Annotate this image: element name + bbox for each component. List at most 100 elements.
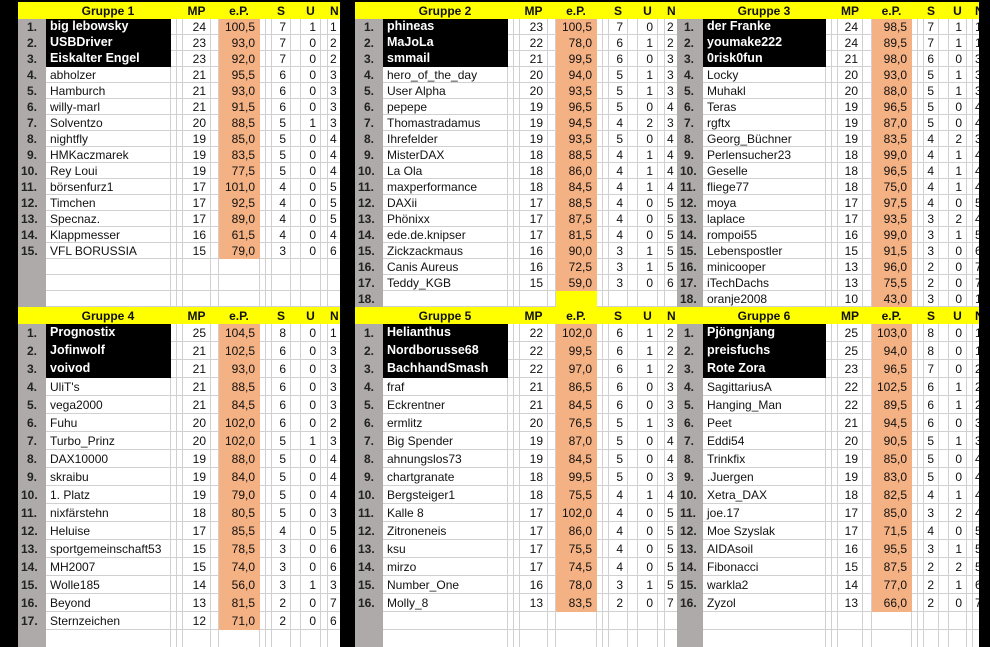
table-row[interactable]: 12.Zitroneneis1786,0405: [356, 522, 678, 540]
table-row[interactable]: 2.preisfuchs2594,0801: [678, 342, 980, 360]
table-row[interactable]: [19, 630, 341, 647]
table-row[interactable]: 8.Ihrefelder1993,5504: [356, 131, 678, 147]
table-row[interactable]: 16.Beyond1381,5207: [19, 594, 341, 612]
table-row[interactable]: 13.ksu1775,5405: [356, 540, 678, 558]
table-row[interactable]: [678, 612, 980, 630]
table-row[interactable]: 13.AIDAsoil1695,5315: [678, 540, 980, 558]
table-row[interactable]: 9.Perlensucher231899,0414: [678, 147, 980, 163]
table-row[interactable]: 7.Turbo_Prinz20102,0513: [19, 432, 341, 450]
table-row[interactable]: [19, 291, 341, 307]
table-row[interactable]: 18.oranje20081043,0301: [678, 291, 980, 307]
table-row[interactable]: [678, 630, 980, 647]
table-row[interactable]: 1.Helianthus22102,0612: [356, 324, 678, 342]
table-row[interactable]: 13.Specnaz.1789,0405: [19, 211, 341, 227]
table-row[interactable]: 10.La Ola1886,0414: [356, 163, 678, 179]
table-row[interactable]: 6.Fuhu20102,0602: [19, 414, 341, 432]
table-row[interactable]: 15.VFL BORUSSIA1579,0306: [19, 243, 341, 259]
table-row[interactable]: 12.DAXii1788,5405: [356, 195, 678, 211]
table-row[interactable]: 8.Trinkfix1985,0504: [678, 450, 980, 468]
table-row[interactable]: 11.nixfärstehn1880,5503: [19, 504, 341, 522]
table-row[interactable]: 13.sportgemeinschaft531578,5306: [19, 540, 341, 558]
table-row[interactable]: 16.Molly_81383,5207: [356, 594, 678, 612]
table-row[interactable]: 15.Zickzackmaus1690,0315: [356, 243, 678, 259]
table-row[interactable]: 11.Kalle 817102,0405: [356, 504, 678, 522]
table-row[interactable]: 9.skraibu1984,0504: [19, 468, 341, 486]
table-row[interactable]: 5.Hamburch2193,0603: [19, 83, 341, 99]
table-row[interactable]: 16.minicooper1396,0207: [678, 259, 980, 275]
table-row[interactable]: 3.smmail2199,5603: [356, 51, 678, 67]
table-row[interactable]: 2.MaJoLa2278,0612: [356, 35, 678, 51]
table-row[interactable]: 3.Rote Zora2396,5702: [678, 360, 980, 378]
table-row[interactable]: 15.Lebenspostler1591,5306: [678, 243, 980, 259]
table-row[interactable]: 2.youmake2222489,5711: [678, 35, 980, 51]
table-row[interactable]: 8.nightfly1985,0504: [19, 131, 341, 147]
table-row[interactable]: 14.MH20071574,0306: [19, 558, 341, 576]
table-row[interactable]: 11.fliege771875,0414: [678, 179, 980, 195]
table-row[interactable]: 11.joe.171785,0324: [678, 504, 980, 522]
table-row[interactable]: 5.vega20002184,5603: [19, 396, 341, 414]
table-row[interactable]: 2.Nordborusse682299,5612: [356, 342, 678, 360]
table-row[interactable]: 1.Pjöngnjang25103,0801: [678, 324, 980, 342]
table-row[interactable]: 15.warkla21477,0216: [678, 576, 980, 594]
table-row[interactable]: 7.Thomastradamus1994,5423: [356, 115, 678, 131]
table-row[interactable]: 4.UliT's2188,5603: [19, 378, 341, 396]
table-row[interactable]: 4.fraf2186,5603: [356, 378, 678, 396]
table-row[interactable]: 10.Rey Loui1977,5504: [19, 163, 341, 179]
table-row[interactable]: 4.hero_of_the_day2094,0513: [356, 67, 678, 83]
table-row[interactable]: 8.DAX100001988,0504: [19, 450, 341, 468]
table-row[interactable]: 12.moya1797,5405: [678, 195, 980, 211]
table-row[interactable]: 13.Phönixx1787,5405: [356, 211, 678, 227]
table-row[interactable]: 1.phineas23100,5702: [356, 19, 678, 35]
table-row[interactable]: 14.Klappmesser1661,5404: [19, 227, 341, 243]
table-row[interactable]: 9.HMKaczmarek1983,5504: [19, 147, 341, 163]
table-row[interactable]: [356, 630, 678, 647]
table-row[interactable]: 1.big lebowsky24100,5711: [19, 19, 341, 35]
table-row[interactable]: 11.börsenfurz117101,0405: [19, 179, 341, 195]
table-row[interactable]: 3.voivod2193,0603: [19, 360, 341, 378]
table-row[interactable]: 14.ede.de.knipser1781,5405: [356, 227, 678, 243]
table-row[interactable]: 2.USBDriver2393,0702: [19, 35, 341, 51]
table-row[interactable]: 1.der Franke2498,5711: [678, 19, 980, 35]
table-row[interactable]: 10.1. Platz1979,0504: [19, 486, 341, 504]
table-row[interactable]: 10.Bergsteiger11875,5414: [356, 486, 678, 504]
table-row[interactable]: 10.Geselle1896,5414: [678, 163, 980, 179]
table-row[interactable]: 8.ahnungslos731984,5504: [356, 450, 678, 468]
table-row[interactable]: 2.Jofinwolf21102,5603: [19, 342, 341, 360]
table-row[interactable]: 7.Solventzo2088,5513: [19, 115, 341, 131]
table-row[interactable]: 5.Hanging_Man2289,5612: [678, 396, 980, 414]
table-row[interactable]: 6.pepepe1996,5504: [356, 99, 678, 115]
table-row[interactable]: 4.Locky2093,0513: [678, 67, 980, 83]
table-row[interactable]: 17.iTechDachs1375,5207: [678, 275, 980, 291]
table-row[interactable]: 7.rgftx1987,0504: [678, 115, 980, 131]
table-row[interactable]: 18.: [356, 291, 678, 307]
table-row[interactable]: 17.Teddy_KGB1559,0306: [356, 275, 678, 291]
table-row[interactable]: 17.Sternzeichen1271,0206: [19, 612, 341, 630]
table-row[interactable]: 9.MisterDAX1888,5414: [356, 147, 678, 163]
table-row[interactable]: 12.Timchen1792,5405: [19, 195, 341, 211]
table-row[interactable]: 12.Heluise1785,5405: [19, 522, 341, 540]
table-row[interactable]: 14.Fibonacci1587,5225: [678, 558, 980, 576]
table-row[interactable]: 1.Prognostix25104,5801: [19, 324, 341, 342]
table-row[interactable]: 16.Canis Aureus1672,5315: [356, 259, 678, 275]
table-row[interactable]: [356, 612, 678, 630]
table-row[interactable]: 6.willy-marl2191,5603: [19, 99, 341, 115]
table-row[interactable]: 3.0risk0fun2198,0603: [678, 51, 980, 67]
table-row[interactable]: 5.User Alpha2093,5513: [356, 83, 678, 99]
table-row[interactable]: 5.Muhakl2088,0513: [678, 83, 980, 99]
table-row[interactable]: 6.ermlitz2076,5513: [356, 414, 678, 432]
table-row[interactable]: [19, 275, 341, 291]
table-row[interactable]: 6.Teras1996,5504: [678, 99, 980, 115]
table-row[interactable]: 14.rompoi551699,0315: [678, 227, 980, 243]
table-row[interactable]: 15.Number_One1678,0315: [356, 576, 678, 594]
table-row[interactable]: 14.mirzo1774,5405: [356, 558, 678, 576]
table-row[interactable]: 7.Big Spender1987,0504: [356, 432, 678, 450]
table-row[interactable]: 11.maxperformance1884,5414: [356, 179, 678, 195]
table-row[interactable]: 10.Xetra_DAX1882,5414: [678, 486, 980, 504]
table-row[interactable]: 5.Eckrentner2184,5603: [356, 396, 678, 414]
table-row[interactable]: 13.laplace1793,5324: [678, 211, 980, 227]
table-row[interactable]: [19, 259, 341, 275]
table-row[interactable]: 15.Wolle1851456,0313: [19, 576, 341, 594]
table-row[interactable]: 9..Juergen1983,0504: [678, 468, 980, 486]
table-row[interactable]: 3.Eiskalter Engel2392,0702: [19, 51, 341, 67]
table-row[interactable]: 7.Eddi542090,5513: [678, 432, 980, 450]
